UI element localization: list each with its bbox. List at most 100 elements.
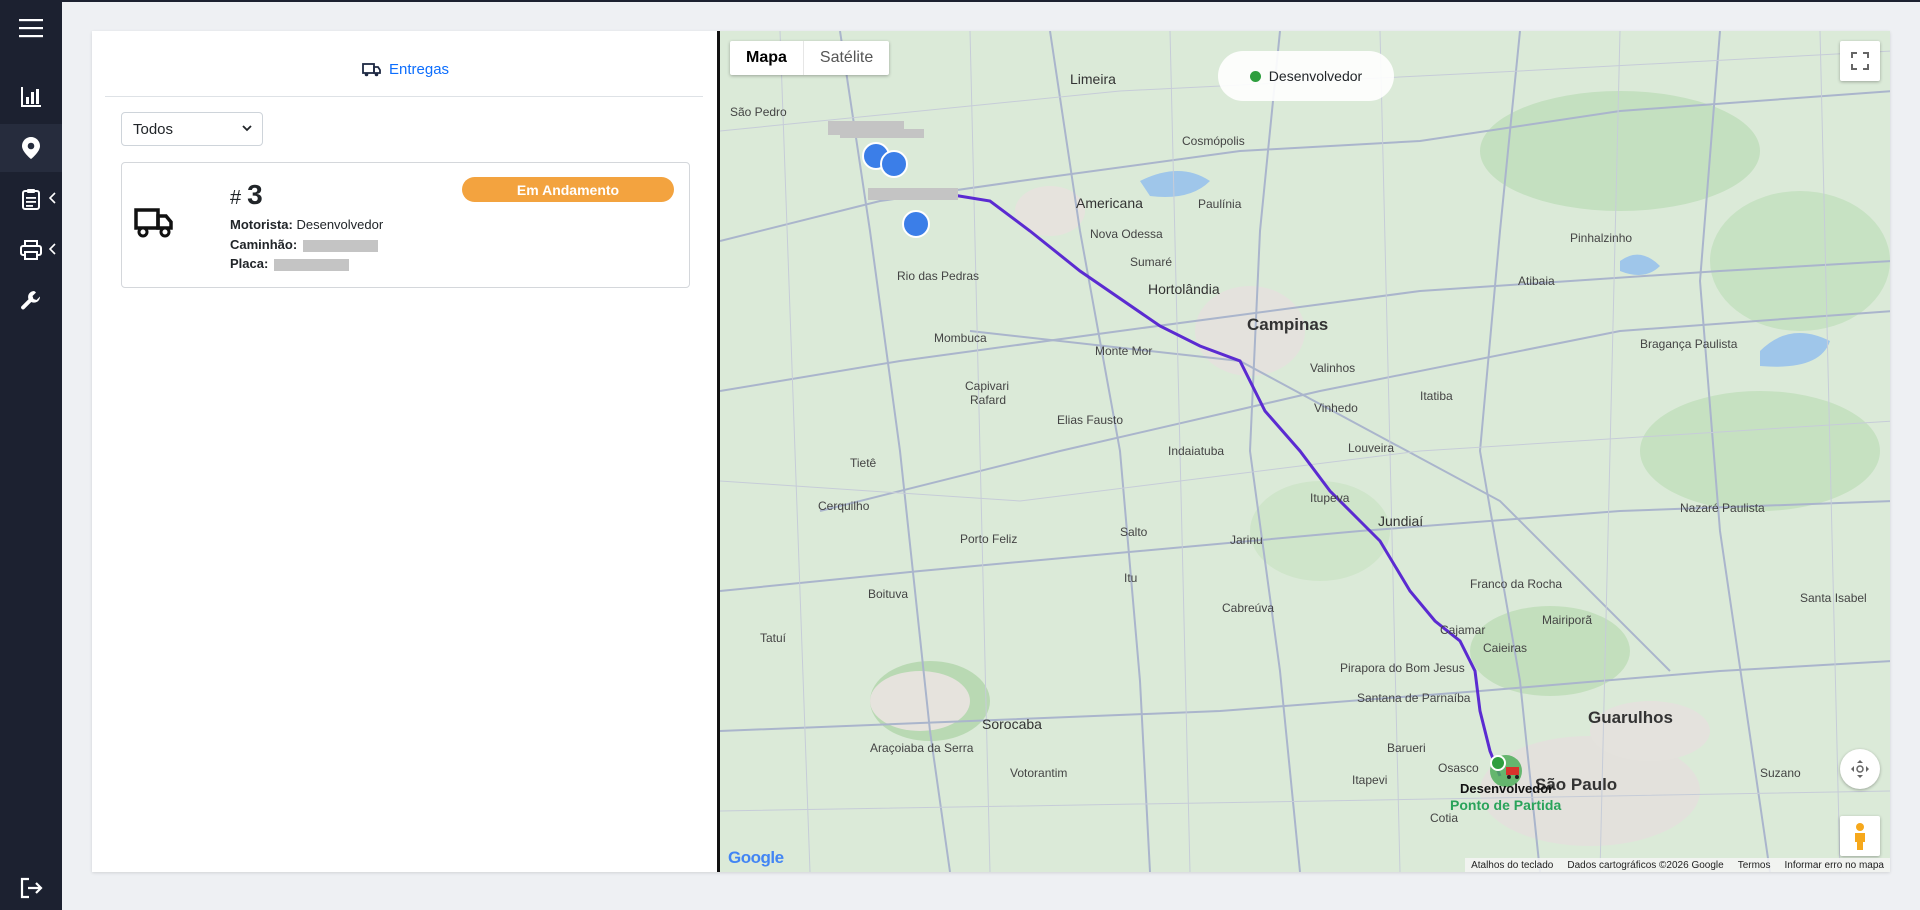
map[interactable]: Campinas Guarulhos São Paulo Americana H… [717, 31, 1890, 872]
city-cosmopolis: Cosmópolis [1182, 134, 1245, 148]
city-braganca-paulista: Bragança Paulista [1640, 337, 1738, 351]
city-mairipora: Mairiporã [1542, 613, 1593, 627]
report-error-link[interactable]: Informar erro no mapa [1785, 860, 1885, 871]
truck-value-redacted [302, 239, 378, 252]
status-filter-value: Todos [133, 120, 174, 138]
city-sumare: Sumaré [1130, 255, 1173, 269]
menu-toggle-button[interactable] [0, 4, 62, 52]
truck-icon [362, 62, 381, 76]
city-cabreuva: Cabreúva [1222, 601, 1275, 615]
chevron-down-icon [242, 125, 252, 132]
street-view-button[interactable] [1840, 816, 1880, 856]
city-cotia: Cotia [1430, 811, 1459, 825]
city-pinhalzinho: Pinhalzinho [1570, 231, 1633, 245]
city-barueri: Barueri [1387, 741, 1426, 755]
chevron-left-icon [49, 243, 56, 255]
plate-value-redacted [273, 258, 349, 271]
map-legend: Desenvolvedor [1218, 51, 1394, 101]
city-guarulhos: Guarulhos [1588, 708, 1674, 727]
city-sorocaba: Sorocaba [982, 716, 1042, 732]
city-osasco: Osasco [1438, 761, 1479, 775]
sidebar-item-dashboard[interactable] [0, 73, 62, 121]
sidebar [0, 0, 62, 910]
city-itatiba: Itatiba [1420, 389, 1453, 403]
city-tatui: Tatuí [760, 631, 787, 645]
map-type-control: Mapa Satélite [730, 41, 890, 75]
city-elias-fausto: Elias Fausto [1057, 413, 1124, 427]
city-indaiatuba: Indaiatuba [1168, 444, 1225, 458]
printer-icon [20, 240, 42, 260]
city-itapevi: Itapevi [1352, 773, 1388, 787]
city-tiete: Tietê [850, 456, 877, 470]
sidebar-item-orders[interactable] [0, 175, 62, 223]
driver-field: Motorista: Desenvolvedor [230, 217, 383, 232]
sidebar-item-print[interactable] [0, 226, 62, 274]
deliveries-panel: Entregas Todos #3 Em Andamento Motorista… [92, 31, 717, 872]
status-filter-select[interactable]: Todos [121, 112, 263, 146]
tab-divider [105, 96, 703, 97]
keyboard-shortcuts-link[interactable]: Atalhos do teclado [1471, 860, 1553, 871]
google-logo-text: Google [728, 848, 784, 867]
sidebar-item-settings[interactable] [0, 277, 62, 325]
clipboard-icon [22, 189, 40, 210]
fullscreen-button[interactable] [1840, 41, 1880, 81]
google-logo: Google [728, 848, 784, 868]
delivery-marker[interactable] [902, 210, 930, 238]
truck-field: Caminhão: [230, 237, 378, 252]
city-cerquilho: Cerquilho [818, 499, 870, 513]
status-badge: Em Andamento [462, 177, 674, 202]
map-pin-icon [22, 137, 40, 159]
map-type-map-button[interactable]: Mapa [730, 41, 803, 75]
legend-label: Desenvolvedor [1268, 68, 1363, 84]
city-votorantim: Votorantim [1010, 766, 1068, 780]
city-cajamar: Cajamar [1440, 623, 1486, 637]
terms-link[interactable]: Termos [1738, 860, 1771, 871]
start-point-label: Ponto de Partida [1450, 797, 1562, 813]
legend-dot-icon [1249, 70, 1261, 82]
delivery-card[interactable]: #3 Em Andamento Motorista: Desenvolvedor… [121, 162, 690, 288]
city-itupeva: Itupeva [1310, 491, 1350, 505]
map-attribution: Atalhos do teclado Dados cartográficos ©… [1465, 858, 1890, 872]
map-label-redacted [868, 188, 958, 200]
city-limeira: Limeira [1070, 71, 1116, 87]
city-monte-mor: Monte Mor [1095, 344, 1153, 358]
tab-entregas[interactable]: Entregas [362, 61, 449, 78]
city-itu: Itu [1124, 571, 1138, 585]
delivery-number: #3 [230, 179, 263, 211]
city-atibaia: Atibaia [1518, 274, 1555, 288]
delivery-hash: # [230, 187, 242, 209]
city-pirapora: Pirapora do Bom Jesus [1340, 661, 1465, 675]
city-santa-isabel: Santa Isabel [1800, 591, 1867, 605]
driver-label: Motorista: [230, 217, 293, 232]
city-mombuca: Mombuca [934, 331, 987, 345]
driver-value: Desenvolvedor [296, 217, 384, 232]
city-nova-odessa: Nova Odessa [1090, 227, 1163, 241]
chevron-left-icon [49, 192, 56, 204]
tab-entregas-label: Entregas [389, 61, 450, 78]
camera-control-button[interactable] [1840, 749, 1880, 789]
city-jarinu: Jarinu [1230, 533, 1263, 547]
city-caieiras: Caieiras [1483, 641, 1528, 655]
delivery-marker[interactable] [880, 150, 908, 178]
plate-label: Placa: [230, 256, 269, 271]
plate-field: Placa: [230, 256, 349, 271]
city-aracoiaba: Araçoiaba da Serra [870, 741, 974, 755]
sidebar-item-map[interactable] [0, 124, 62, 172]
city-nazare-paulista: Nazaré Paulista [1680, 501, 1765, 515]
city-santana-de-parnaiba: Santana de Parnaíba [1357, 691, 1471, 705]
city-louveira: Louveira [1348, 441, 1395, 455]
city-hortolandia: Hortolândia [1148, 281, 1220, 297]
camera-control-icon [1851, 760, 1869, 778]
logout-button[interactable] [0, 864, 62, 910]
city-sao-pedro: São Pedro [730, 105, 787, 119]
city-rafard: Rafard [970, 393, 1007, 407]
city-suzano: Suzano [1760, 766, 1801, 780]
map-type-satellite-button[interactable]: Satélite [802, 41, 889, 75]
city-boituva: Boituva [868, 587, 909, 601]
logout-icon [20, 877, 43, 899]
menu-icon [19, 19, 43, 38]
delivery-number-value: 3 [247, 179, 263, 210]
city-capivari: Capivari [965, 379, 1010, 393]
city-campinas: Campinas [1247, 315, 1329, 334]
city-franco-da-rocha: Franco da Rocha [1470, 577, 1563, 591]
